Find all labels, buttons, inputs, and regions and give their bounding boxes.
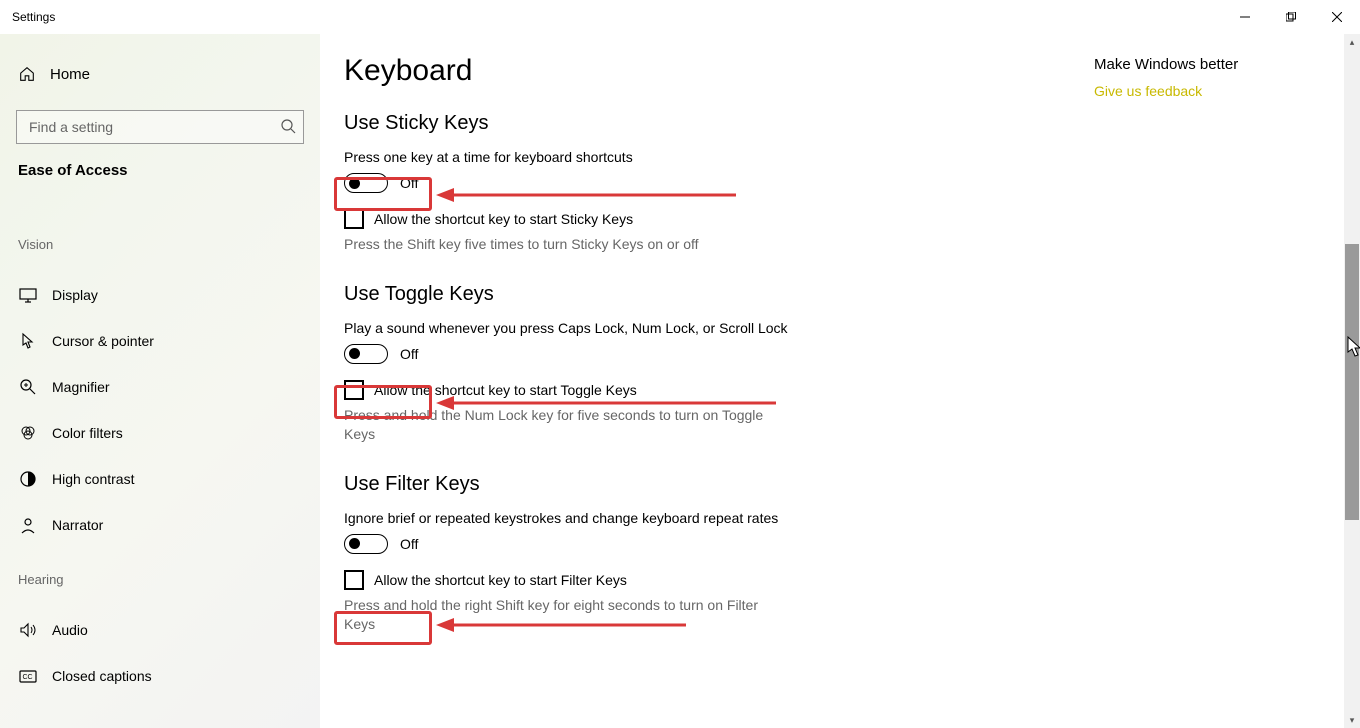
svg-text:CC: CC [23, 674, 33, 681]
scroll-down-icon[interactable]: ▾ [1344, 712, 1360, 728]
toggle-switch[interactable] [344, 344, 388, 364]
helper-text: Press the Shift key five times to turn S… [344, 235, 784, 255]
cc-icon: CC [18, 666, 38, 686]
search-input[interactable] [16, 110, 304, 144]
checkbox-label: Allow the shortcut key to start Filter K… [374, 572, 627, 588]
checkbox[interactable] [344, 570, 364, 590]
section-description: Ignore brief or repeated keystrokes and … [344, 510, 804, 526]
group-label: Vision [0, 237, 320, 252]
checkbox-label: Allow the shortcut key to start Sticky K… [374, 211, 633, 227]
toggle-row: Off [344, 534, 1094, 554]
content: Keyboard Use Sticky Keys Press one key at… [320, 34, 1094, 728]
scroll-up-icon[interactable]: ▴ [1344, 34, 1360, 50]
scroll-thumb[interactable] [1345, 244, 1359, 520]
home-icon [18, 65, 36, 83]
sidebar-item-color-filters[interactable]: Color filters [0, 410, 320, 456]
checkbox-row: Allow the shortcut key to start Toggle K… [344, 380, 1094, 400]
sidebar-item-display[interactable]: Display [0, 272, 320, 318]
sidebar-item-label: High contrast [52, 471, 134, 487]
toggle-switch[interactable] [344, 534, 388, 554]
close-button[interactable] [1314, 1, 1360, 33]
right-heading: Make Windows better [1094, 56, 1324, 73]
sidebar-item-label: Narrator [52, 517, 103, 533]
sidebar-item-label: Color filters [52, 425, 123, 441]
group-label: Hearing [0, 572, 320, 587]
sidebar: Home Ease of Access Vision Display Cursor … [0, 34, 320, 728]
sidebar-item-label: Audio [52, 622, 88, 638]
checkbox-row: Allow the shortcut key to start Filter K… [344, 570, 1094, 590]
section-description: Press one key at a time for keyboard sho… [344, 149, 804, 165]
scrollbar[interactable]: ▴ ▾ [1344, 34, 1360, 728]
checkbox-row: Allow the shortcut key to start Sticky K… [344, 209, 1094, 229]
checkbox[interactable] [344, 209, 364, 229]
colorfilters-icon [18, 423, 38, 443]
sidebar-item-label: Magnifier [52, 379, 110, 395]
titlebar: Settings [0, 0, 1360, 34]
helper-text: Press and hold the Num Lock key for five… [344, 406, 784, 445]
sidebar-item-high-contrast[interactable]: High contrast [0, 456, 320, 502]
sidebar-item-magnifier[interactable]: Magnifier [0, 364, 320, 410]
section-title: Ease of Access [0, 144, 320, 179]
toggle-switch[interactable] [344, 173, 388, 193]
home-nav[interactable]: Home [0, 52, 320, 96]
mouse-cursor-icon [1347, 336, 1360, 358]
toggle-state-label: Off [400, 346, 418, 362]
feedback-link[interactable]: Give us feedback [1094, 83, 1324, 99]
main: Keyboard Use Sticky Keys Press one key at… [320, 34, 1360, 728]
cursor-icon [18, 331, 38, 351]
toggle-state-label: Off [400, 536, 418, 552]
helper-text: Press and hold the right Shift key for e… [344, 596, 784, 635]
display-icon [18, 285, 38, 305]
home-label: Home [50, 66, 90, 83]
checkbox-label: Allow the shortcut key to start Toggle K… [374, 382, 637, 398]
sidebar-item-label: Display [52, 287, 98, 303]
sidebar-item-closed-captions[interactable]: CC Closed captions [0, 653, 320, 699]
search-icon [280, 118, 296, 134]
toggle-row: Off [344, 173, 1094, 193]
checkbox[interactable] [344, 380, 364, 400]
page-title: Keyboard [344, 54, 1094, 88]
sidebar-item-label: Cursor & pointer [52, 333, 154, 349]
maximize-button[interactable] [1268, 1, 1314, 33]
minimize-button[interactable] [1222, 1, 1268, 33]
sidebar-item-label: Closed captions [52, 668, 152, 684]
sidebar-item-narrator[interactable]: Narrator [0, 502, 320, 548]
window-title: Settings [12, 10, 55, 24]
toggle-row: Off [344, 344, 1094, 364]
search-wrapper [16, 110, 304, 144]
audio-icon [18, 620, 38, 640]
toggle-state-label: Off [400, 175, 418, 191]
section-heading: Use Toggle Keys [344, 283, 1094, 306]
sidebar-item-cursor-pointer[interactable]: Cursor & pointer [0, 318, 320, 364]
window-buttons [1222, 1, 1360, 33]
narrator-icon [18, 515, 38, 535]
section-heading: Use Sticky Keys [344, 112, 1094, 135]
section-description: Play a sound whenever you press Caps Loc… [344, 320, 804, 336]
right-pane: Make Windows better Give us feedback [1094, 34, 1344, 728]
magnifier-icon [18, 377, 38, 397]
section-heading: Use Filter Keys [344, 473, 1094, 496]
sidebar-item-audio[interactable]: Audio [0, 607, 320, 653]
highcontrast-icon [18, 469, 38, 489]
